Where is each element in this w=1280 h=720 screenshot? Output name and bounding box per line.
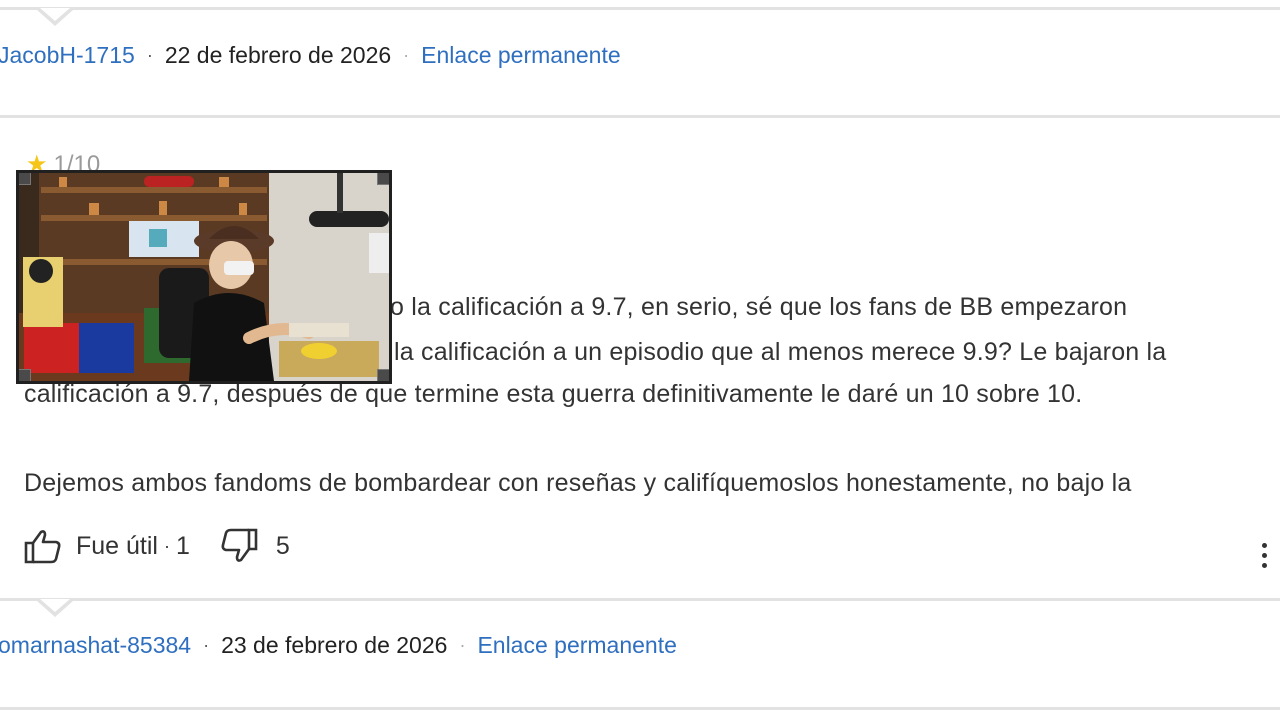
review-date: 23 de febrero de 2026 [221, 632, 448, 658]
divider-notch [37, 599, 73, 617]
separator-dot: · [403, 45, 410, 65]
review-actions: Fue útil · 1 5 [24, 528, 290, 564]
resize-handle[interactable] [19, 173, 31, 185]
not-helpful-count: 5 [275, 531, 290, 560]
review-text-line: o la calificación a 9.7, en serio, sé qu… [390, 293, 1128, 321]
separator-dot: · [146, 45, 153, 65]
resize-handle[interactable] [377, 173, 389, 185]
top-divider [0, 7, 1280, 10]
separator-dot: · [203, 635, 210, 655]
helpful-count: 1 [175, 531, 190, 560]
bottom-divider [0, 707, 1280, 710]
review-meta-2: omarnashat-85384 · 23 de febrero de 2026… [0, 632, 677, 659]
thumbs-down-icon[interactable] [220, 528, 260, 564]
permalink-link[interactable]: Enlace permanente [421, 42, 620, 69]
divider-notch [37, 8, 73, 26]
separator-dot: · [459, 635, 466, 655]
review-divider [0, 598, 1280, 601]
review-text-line: la calificación a un episodio que al men… [394, 338, 1167, 366]
thumbs-up-icon[interactable] [24, 528, 64, 564]
review-text-line: Dejemos ambos fandoms de bombardear con … [24, 469, 1132, 497]
review-text-line: calificación a 9.7, después de que termi… [24, 380, 1083, 408]
review-divider [0, 115, 1280, 118]
username-link[interactable]: JacobH-1715 [0, 42, 135, 69]
webcam-overlay [16, 170, 392, 384]
review-date: 22 de febrero de 2026 [164, 42, 392, 68]
resize-handle[interactable] [377, 369, 389, 381]
more-vert-icon[interactable] [1262, 540, 1270, 573]
helpful-label[interactable]: Fue útil [76, 532, 158, 561]
webcam-scene [19, 173, 389, 381]
resize-handle[interactable] [19, 369, 31, 381]
review-meta-1: JacobH-1715 · 22 de febrero de 2026 · En… [0, 42, 621, 69]
separator-dot: · [163, 535, 170, 556]
username-link[interactable]: omarnashat-85384 [0, 632, 191, 659]
permalink-link[interactable]: Enlace permanente [477, 632, 676, 659]
